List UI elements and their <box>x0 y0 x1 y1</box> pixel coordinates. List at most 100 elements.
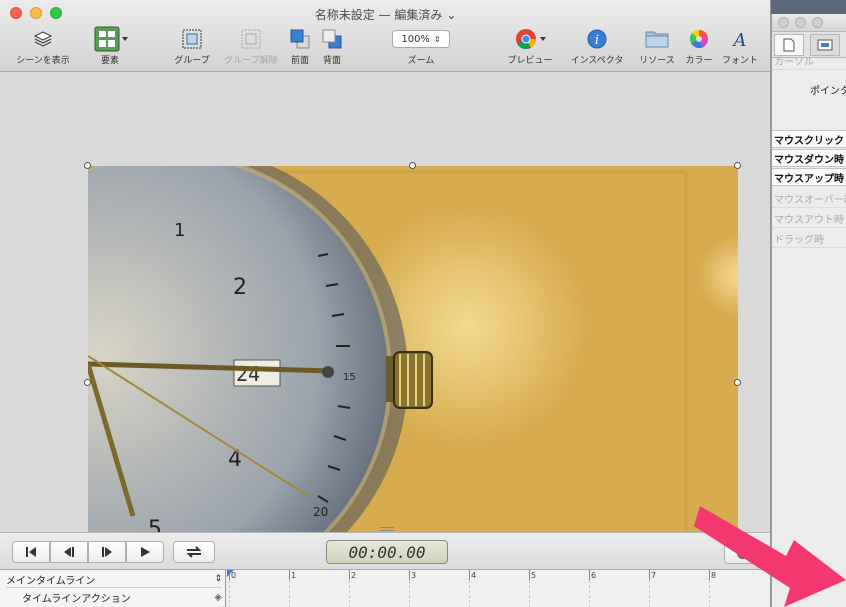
inspector-zoom-button[interactable] <box>812 17 823 28</box>
send-back-button[interactable]: 背面 <box>318 26 346 68</box>
ruler-tick <box>529 570 530 580</box>
scene-icon <box>817 39 833 51</box>
folder-icon <box>644 26 670 52</box>
svg-text:A: A <box>732 30 747 50</box>
inspector-cursor-header: カーソル <box>772 52 846 70</box>
inspector-button[interactable]: i インスペクタ <box>566 26 628 68</box>
step-forward-button[interactable] <box>88 541 126 563</box>
ruler-tick <box>589 570 590 580</box>
ruler-tick <box>349 570 350 580</box>
send-back-label: 背面 <box>322 56 341 66</box>
loop-icon <box>186 546 202 558</box>
record-button[interactable] <box>724 542 760 564</box>
resources-label: リソース <box>639 56 675 66</box>
step-forward-icon <box>102 547 112 557</box>
bring-front-button[interactable]: 前面 <box>286 26 314 68</box>
resize-handle-left[interactable] <box>84 379 91 386</box>
ruler-label: 6 <box>591 571 597 580</box>
go-to-start-button[interactable] <box>12 541 50 563</box>
timeline-action-row[interactable]: タイムラインアクション ◈ <box>6 589 222 606</box>
send-back-icon <box>321 26 343 52</box>
inspector-label: インスペクタ <box>570 56 624 66</box>
zoom-label: ズーム <box>407 56 435 66</box>
ruler-gridline <box>409 580 410 607</box>
colors-button[interactable]: カラー <box>682 26 716 68</box>
zoom-stepper[interactable]: 100% ⇕ <box>392 30 450 48</box>
timecode-display: 00:00.00 <box>326 540 448 564</box>
timeline-selector[interactable]: メインタイムライン ⇕ <box>6 571 222 588</box>
ruler-label: 4 <box>471 571 477 580</box>
playback-controls: 00:00.00 <box>0 532 770 569</box>
mouse-down-action[interactable]: マウスダウン時 <box>772 149 846 167</box>
play-button[interactable] <box>126 541 164 563</box>
ungroup-button[interactable]: グループ解除 <box>220 26 282 68</box>
resize-handle-top[interactable] <box>409 162 416 169</box>
ruler-gridline <box>589 580 590 607</box>
chevron-down-icon[interactable]: ⌄ <box>446 8 456 22</box>
inspector-minimize-button[interactable] <box>795 17 806 28</box>
timeline-name: メインタイムライン <box>6 575 96 587</box>
group-label: グループ <box>174 56 210 66</box>
svg-text:i: i <box>595 33 599 48</box>
preview-label: プレビュー <box>507 56 553 66</box>
document-icon <box>783 38 795 52</box>
svg-text:20: 20 <box>313 505 328 519</box>
colors-label: カラー <box>685 56 713 66</box>
svg-text:24: 24 <box>236 362 260 386</box>
svg-text:15: 15 <box>343 372 356 383</box>
ruler-label: 0 <box>231 571 237 580</box>
resize-handle-top-left[interactable] <box>84 162 91 169</box>
mouse-out-action[interactable]: マウスアウト時 <box>772 210 846 228</box>
resources-button[interactable]: リソース <box>634 26 680 68</box>
bring-front-label: 前面 <box>290 56 309 66</box>
play-icon <box>141 547 150 557</box>
info-icon: i <box>586 26 608 52</box>
timeline-action-label: タイムラインアクション <box>22 594 131 605</box>
ruler-label: 2 <box>351 571 357 580</box>
ruler-label: 7 <box>651 571 657 580</box>
window-title: 名称未設定 — 編集済み ⌄ <box>314 8 457 22</box>
skip-start-icon <box>26 547 36 557</box>
inspector-pointer-label: ポインタ <box>810 85 846 97</box>
show-scene-button[interactable]: シーンを表示 <box>8 26 78 68</box>
ruler-gridline <box>529 580 530 607</box>
mouse-over-action[interactable]: マウスオーバー時 <box>772 190 846 208</box>
mouse-up-action[interactable]: マウスアップ時 <box>772 168 846 186</box>
bring-front-icon <box>289 26 311 52</box>
fonts-button[interactable]: A フォント <box>720 26 760 68</box>
ruler-gridline <box>229 580 230 607</box>
elements-button[interactable]: 要素 <box>88 26 132 68</box>
stepper-arrows-icon: ⇕ <box>433 34 441 44</box>
ruler-gridline <box>649 580 650 607</box>
drag-action[interactable]: ドラッグ時 <box>772 230 846 248</box>
preview-button[interactable]: プレビュー <box>502 26 558 68</box>
hype-document-window: 名称未設定 — 編集済み ⌄ シーンを表示 要素 グループ グループ解除 前面 … <box>0 0 771 607</box>
font-icon: A <box>729 26 751 52</box>
stepper-arrows-icon: ⇕ <box>214 574 222 584</box>
inspector-close-button[interactable] <box>778 17 789 28</box>
loop-button[interactable] <box>173 541 215 563</box>
resize-handle-right[interactable] <box>734 379 741 386</box>
scene-canvas[interactable]: 2 4 5 1 20 15 24 <box>0 72 770 602</box>
show-scene-label: シーンを表示 <box>16 56 70 66</box>
add-keyframe-icon[interactable]: ◈ <box>214 592 222 603</box>
group-button[interactable]: グループ <box>170 26 214 68</box>
timeline-ruler[interactable]: 0 1 2 3 4 5 6 7 8 <box>227 570 770 607</box>
ruler-label: 5 <box>531 571 537 580</box>
mouse-click-action[interactable]: マウスクリック <box>772 130 846 148</box>
timeline-list: メインタイムライン ⇕ タイムラインアクション ◈ <box>0 570 226 607</box>
svg-text:2: 2 <box>233 275 247 300</box>
ruler-gridline <box>469 580 470 607</box>
fonts-label: フォント <box>721 56 758 66</box>
ruler-tick <box>409 570 410 580</box>
step-back-button[interactable] <box>50 541 88 563</box>
group-icon <box>180 26 204 52</box>
svg-text:1: 1 <box>174 220 185 241</box>
inspector-titlebar <box>772 14 846 32</box>
splitter-grip-icon[interactable] <box>380 527 394 531</box>
step-back-icon <box>64 547 74 557</box>
ruler-tick <box>289 570 290 580</box>
ungroup-label: グループ解除 <box>224 56 278 66</box>
timeline-panel: メインタイムライン ⇕ タイムラインアクション ◈ 0 1 2 3 4 5 6 7 8 <box>0 569 770 607</box>
resize-handle-top-right[interactable] <box>734 162 741 169</box>
